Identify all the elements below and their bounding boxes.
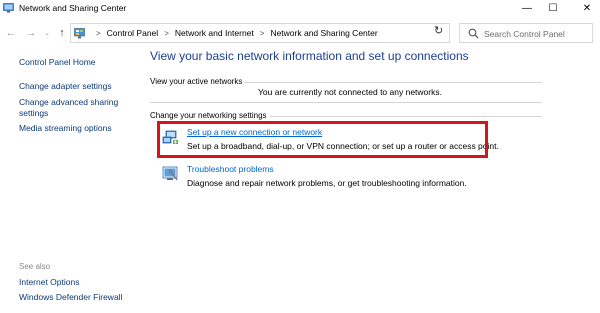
control-panel-icon [74, 28, 85, 39]
highlight-box [157, 121, 488, 158]
breadcrumb-network-and-sharing-center[interactable]: Network and Sharing Center [270, 28, 377, 38]
sidebar-item-media-streaming-options[interactable]: Media streaming options [19, 123, 137, 134]
refresh-icon[interactable]: ↻ [434, 24, 443, 37]
breadcrumb-separator-icon: > [164, 28, 169, 38]
sidebar-item-change-advanced-sharing-settings[interactable]: Change advanced sharing settings [19, 97, 137, 119]
forward-arrow-icon[interactable]: → [24, 25, 38, 41]
title-bar: Network and Sharing Center — ☐ ✕ [0, 0, 600, 17]
search-box[interactable] [459, 23, 593, 43]
back-arrow-icon[interactable]: ← [4, 25, 18, 41]
up-arrow-icon[interactable]: ↑ [55, 25, 69, 41]
status-divider [150, 102, 542, 103]
see-also-windows-defender-firewall[interactable]: Windows Defender Firewall [19, 292, 137, 303]
active-networks-label: View your active networks [150, 77, 243, 86]
minimize-button[interactable]: — [514, 0, 540, 17]
sidebar-item-control-panel-home[interactable]: Control Panel Home [19, 57, 137, 68]
change-settings-divider [270, 116, 542, 117]
close-button[interactable]: ✕ [574, 0, 600, 17]
troubleshoot-problems-link[interactable]: Troubleshoot problems [187, 164, 274, 174]
network-center-icon [3, 3, 14, 13]
search-input[interactable] [484, 27, 590, 40]
maximize-button[interactable]: ☐ [540, 0, 566, 17]
breadcrumb-control-panel[interactable]: Control Panel [107, 28, 159, 38]
breadcrumb-separator-icon: > [259, 28, 265, 38]
breadcrumb-separator-icon: > [96, 28, 101, 38]
see-also-internet-options[interactable]: Internet Options [19, 277, 137, 288]
recent-locations-chevron-icon[interactable]: ⌄ [42, 25, 52, 41]
address-bar[interactable]: > Control Panel > Network and Internet >… [70, 23, 477, 43]
sidebar-item-change-adapter-settings[interactable]: Change adapter settings [19, 81, 137, 92]
network-status-text: You are currently not connected to any n… [258, 87, 442, 97]
active-networks-divider [244, 82, 542, 83]
navigation-bar: ← → ⌄ ↑ > Control Panel > Network and In… [0, 22, 600, 44]
breadcrumb: > Control Panel > Network and Internet >… [90, 28, 378, 38]
sidebar: Control Panel Home Change adapter settin… [0, 44, 142, 313]
troubleshoot-icon [162, 166, 178, 181]
window-title: Network and Sharing Center [19, 3, 127, 13]
troubleshoot-problems-description: Diagnose and repair network problems, or… [187, 178, 467, 188]
see-also-heading: See also [19, 262, 51, 271]
page-title: View your basic network information and … [150, 49, 469, 63]
breadcrumb-network-and-internet[interactable]: Network and Internet [175, 28, 254, 38]
change-settings-label: Change your networking settings [150, 111, 267, 120]
search-icon [468, 28, 479, 39]
main-content: View your basic network information and … [142, 44, 600, 313]
